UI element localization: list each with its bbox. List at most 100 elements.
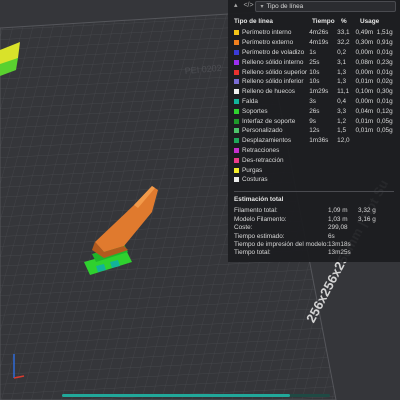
estimation-list: Filamento total: 1,09 m 3,32 g Modelo Filam… xyxy=(228,207,400,257)
estimation-label: Tiempo de impresión del modelo: xyxy=(234,241,329,248)
legend-row-length: 0,00m xyxy=(355,68,374,76)
legend-row[interactable]: Perímetro externo 4m19s 32,2 0,30m 0,91g xyxy=(228,38,400,48)
legend-row-pct: 1,5 xyxy=(337,127,347,135)
legend-row-time: 4m19s xyxy=(309,39,329,47)
estimation-label: Coste: xyxy=(234,224,253,232)
legend-row-name: Relleno sólido superior xyxy=(234,69,309,76)
expand-icon[interactable]: ▴ xyxy=(232,2,239,10)
chevron-down-icon: ▾ xyxy=(260,3,264,10)
legend-row-name: Falda xyxy=(234,98,309,105)
estimation-weight: 3,32 g xyxy=(358,207,376,215)
legend-row-weight: 0,30g xyxy=(376,88,393,96)
legend-panel: ▴ </> ▾ Tipo de línea Tipo de línea Tiem… xyxy=(228,0,400,262)
estimation-value: 1,03 m xyxy=(328,215,348,223)
estimation-label: Filamento total: xyxy=(234,207,278,215)
legend-row-weight: 1,51g xyxy=(376,29,393,37)
estimation-row: Tiempo de impresión del modelo: 13m18s xyxy=(228,240,400,248)
estimation-value: 13m18s xyxy=(328,241,351,248)
color-swatch-icon xyxy=(234,157,239,163)
legend-row-name: Retracciones xyxy=(234,147,309,154)
code-icon[interactable]: </> xyxy=(243,2,253,10)
legend-row-label: Des-retracción xyxy=(242,156,284,164)
legend-row-time: 4m26s xyxy=(309,29,329,37)
legend-row-name: Costuras xyxy=(234,176,309,183)
legend-row-length: 0,00m xyxy=(355,97,374,105)
legend-row-label: Perímetro externo xyxy=(242,39,294,47)
legend-row-pct: 12,0 xyxy=(337,137,350,145)
color-swatch-icon xyxy=(234,177,239,183)
legend-row[interactable]: Desplazamientos 1m36s 12,0 xyxy=(228,136,400,146)
legend-row-weight: 0,02g xyxy=(376,78,393,86)
legend-row-name: Personalizado xyxy=(234,127,309,134)
legend-row-label: Retracciones xyxy=(242,146,280,154)
legend-row-length: 0,08m xyxy=(355,58,374,66)
legend-row-time: 1m29s xyxy=(309,88,329,96)
legend-row-name: Perímetro externo xyxy=(234,39,309,46)
legend-row[interactable]: Perímetro de voladizo 1s 0,2 0,00m 0,01g xyxy=(228,48,400,58)
estimation-weight: 3,16 g xyxy=(358,215,376,223)
legend-row[interactable]: Retracciones xyxy=(228,146,400,156)
legend-row[interactable]: Purgas xyxy=(228,165,400,175)
legend-row-time: 3s xyxy=(309,97,316,105)
legend-row-time: 10s xyxy=(309,68,320,76)
color-swatch-icon xyxy=(234,59,239,65)
legend-row[interactable]: Interfaz de soporte 9s 1,2 0,01m 0,05g xyxy=(228,116,400,126)
legend-row-time: 10s xyxy=(309,78,320,86)
legend-column-headers: Tipo de línea Tiempo % Usage xyxy=(228,15,400,28)
legend-row-name: Purgas xyxy=(234,167,309,174)
legend-row-length: 0,49m xyxy=(355,29,374,37)
legend-row-label: Relleno sólido inferior xyxy=(242,78,304,86)
color-swatch-icon xyxy=(234,98,239,104)
legend-row[interactable]: Falda 3s 0,4 0,00m 0,01g xyxy=(228,97,400,107)
color-swatch-icon xyxy=(234,79,239,85)
legend-row[interactable]: Personalizado 12s 1,5 0,01m 0,05g xyxy=(228,126,400,136)
legend-row-name: Interfaz de soporte xyxy=(234,118,309,125)
legend-row-label: Desplazamientos xyxy=(242,137,292,145)
estimation-value: 1,09 m xyxy=(328,207,348,215)
legend-row-name: Soportes xyxy=(234,108,309,115)
estimation-label: Modelo Filamento: xyxy=(234,215,287,223)
legend-row[interactable]: Relleno de huecos 1m29s 11,1 0,10m 0,30g xyxy=(228,87,400,97)
legend-row-length: 0,01m xyxy=(355,127,374,135)
color-swatch-icon xyxy=(234,128,239,134)
legend-row[interactable]: Costuras xyxy=(228,175,400,185)
legend-row-label: Personalizado xyxy=(242,127,283,135)
legend-row[interactable]: Perímetro interno 4m26s 33,1 0,49m 1,51g xyxy=(228,28,400,38)
progress-fill xyxy=(62,394,290,397)
legend-row-name: Des-retracción xyxy=(234,157,309,164)
legend-row-name: Perímetro de voladizo xyxy=(234,49,309,56)
view-type-dropdown[interactable]: ▾ Tipo de línea xyxy=(255,0,396,12)
legend-row-pct: 32,2 xyxy=(337,39,350,47)
color-swatch-icon xyxy=(234,147,239,153)
legend-row-label: Costuras xyxy=(242,176,268,184)
legend-row-length: 0,10m xyxy=(355,88,374,96)
legend-row-label: Falda xyxy=(242,97,258,105)
legend-row-weight: 0,05g xyxy=(376,127,393,135)
legend-row-pct: 33,1 xyxy=(337,29,350,37)
legend-row-pct: 3,1 xyxy=(337,58,347,66)
legend-row[interactable]: Soportes 26s 3,3 0,04m 0,12g xyxy=(228,106,400,116)
color-swatch-icon xyxy=(234,108,239,114)
legend-row-time: 12s xyxy=(309,127,320,135)
estimation-row: Tiempo total: 13m25s xyxy=(228,249,400,257)
legend-row-label: Relleno sólido superior xyxy=(242,68,308,76)
legend-row[interactable]: Relleno sólido interno 25s 3,1 0,08m 0,23g xyxy=(228,57,400,67)
legend-row-name: Desplazamientos xyxy=(234,137,309,144)
estimation-row: Coste: 299,08 xyxy=(228,224,400,232)
legend-row[interactable]: Relleno sólido superior 10s 1,3 0,00m 0,01g xyxy=(228,67,400,77)
legend-row-pct: 1,3 xyxy=(337,68,347,76)
legend-header: ▴ </> ▾ Tipo de línea xyxy=(228,0,400,12)
legend-row-label: Soportes xyxy=(242,107,268,115)
legend-row-time: 1s xyxy=(309,48,316,56)
legend-row-weight: 0,91g xyxy=(376,39,393,47)
legend-row[interactable]: Des-retracción xyxy=(228,155,400,165)
legend-row-pct: 1,3 xyxy=(337,78,347,86)
view-type-value: Tipo de línea xyxy=(266,2,304,10)
legend-row-pct: 11,1 xyxy=(337,88,350,96)
color-swatch-icon xyxy=(234,69,239,75)
legend-row-pct: 1,2 xyxy=(337,117,347,125)
legend-row-name: Relleno sólido interno xyxy=(234,59,309,66)
estimation-row: Filamento total: 1,09 m 3,32 g xyxy=(228,207,400,215)
col-usage: Usage xyxy=(360,18,380,25)
legend-row[interactable]: Relleno sólido inferior 10s 1,3 0,01m 0,02g xyxy=(228,77,400,87)
